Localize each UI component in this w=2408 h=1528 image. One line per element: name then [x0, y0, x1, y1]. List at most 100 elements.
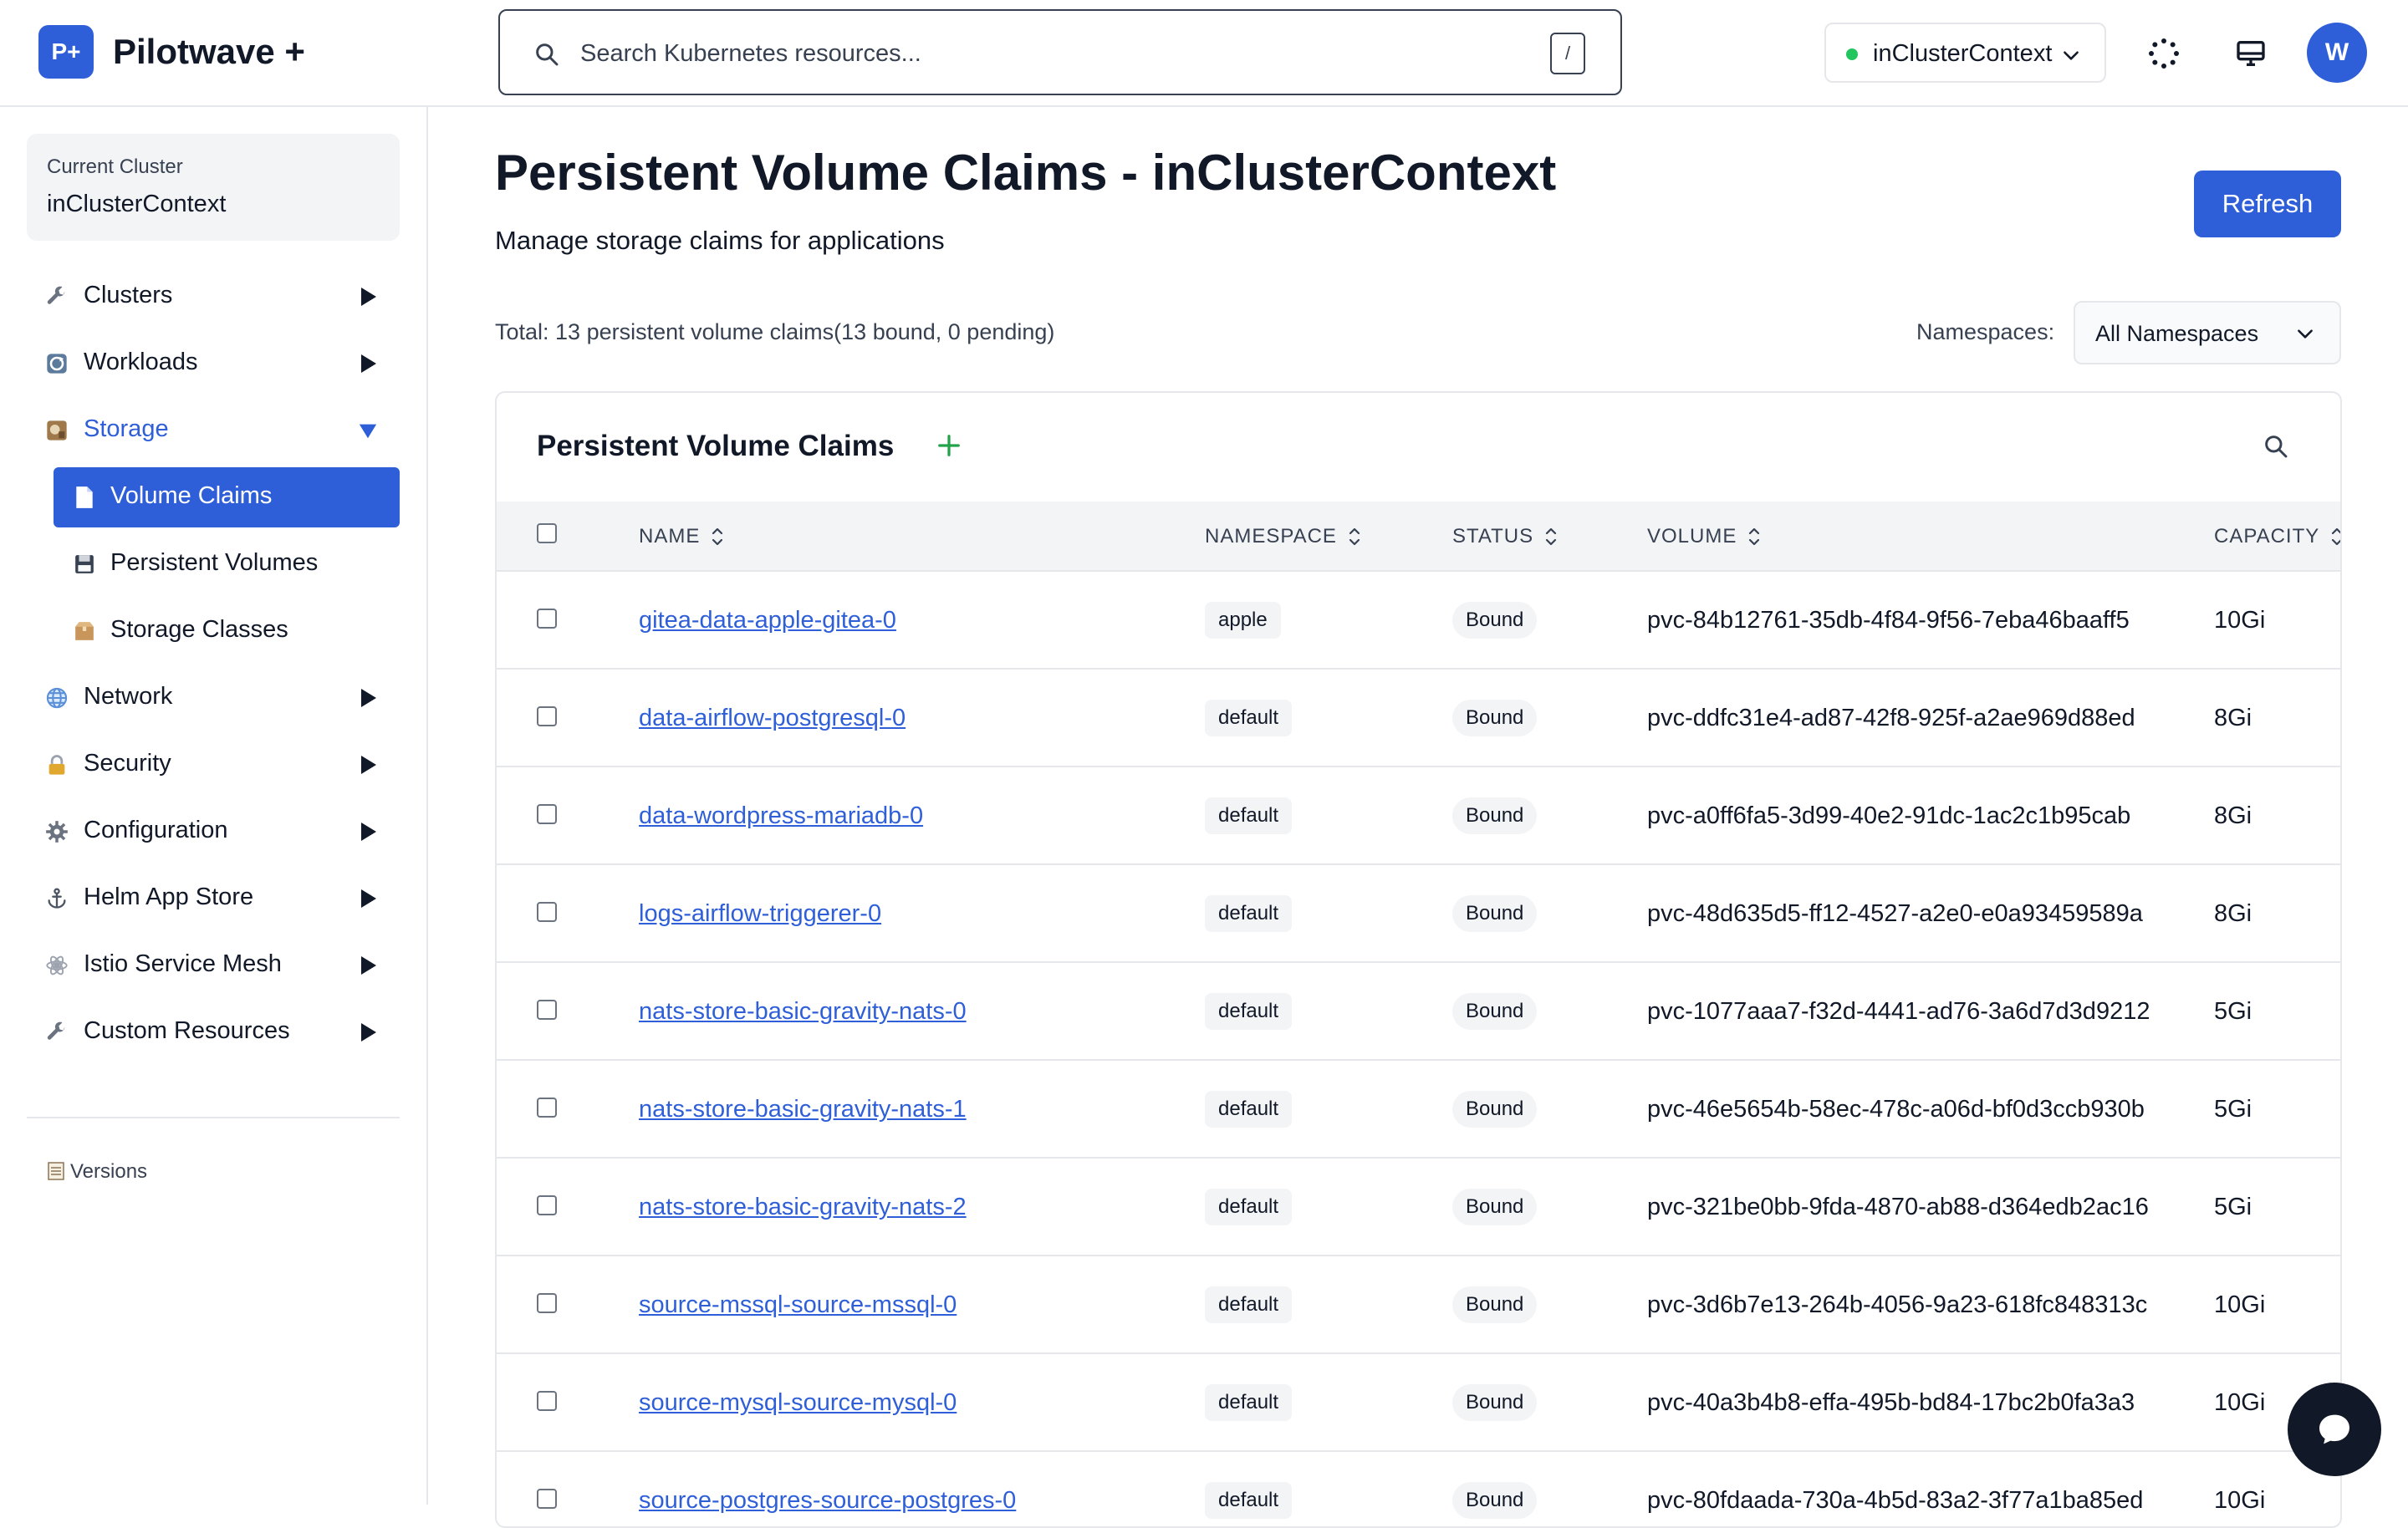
row-checkbox[interactable] — [537, 1293, 557, 1313]
sidebar-item-label: Security — [84, 750, 171, 777]
pvc-name-link[interactable]: source-mysql-source-mysql-0 — [639, 1389, 957, 1417]
namespace-badge: default — [1205, 993, 1293, 1030]
globe-icon — [46, 687, 68, 709]
table-row: data-airflow-postgresql-0 default Bound … — [497, 668, 2340, 766]
row-checkbox[interactable] — [537, 1195, 557, 1215]
chat-bubble-icon — [2319, 1414, 2349, 1444]
namespace-badge: default — [1205, 1189, 1293, 1225]
capacity-cell: 8Gi — [2214, 900, 2252, 927]
monitor-icon[interactable] — [2234, 37, 2268, 70]
caret-right-icon — [361, 288, 376, 306]
context-selector[interactable]: inClusterContext — [1824, 23, 2106, 83]
caret-right-icon — [361, 756, 376, 774]
sidebar-item-workloads[interactable]: Workloads — [27, 334, 400, 394]
column-header-namespace[interactable]: NAMESPACE — [1205, 525, 1362, 548]
status-badge: Bound — [1452, 993, 1538, 1030]
capacity-cell: 10Gi — [2214, 1291, 2266, 1318]
pvc-name-link[interactable]: data-airflow-postgresql-0 — [639, 705, 906, 732]
sidebar-item-label: Workloads — [84, 349, 198, 375]
app-logo[interactable]: P+ — [38, 25, 94, 79]
pvc-name-link[interactable]: data-wordpress-mariadb-0 — [639, 802, 923, 830]
select-all-checkbox[interactable] — [537, 523, 557, 543]
namespace-select[interactable]: All Namespaces — [2074, 301, 2341, 364]
capacity-cell: 8Gi — [2214, 705, 2252, 731]
chevron-down-icon — [2298, 329, 2313, 339]
pvc-name-link[interactable]: source-mssql-source-mssql-0 — [639, 1291, 957, 1319]
capacity-cell: 10Gi — [2214, 1487, 2266, 1514]
sidebar-item-custom-resources[interactable]: Custom Resources — [27, 1002, 400, 1062]
volume-cell: pvc-3d6b7e13-264b-4056-9a23-618fc848313c — [1647, 1291, 2148, 1318]
table-row: source-mysql-source-mysql-0 default Boun… — [497, 1352, 2340, 1450]
chat-button[interactable] — [2288, 1383, 2381, 1476]
sidebar-item-configuration[interactable]: Configuration — [27, 802, 400, 862]
search-icon[interactable] — [2263, 433, 2289, 460]
box-icon — [75, 622, 94, 640]
sidebar-item-label: Custom Resources — [84, 1017, 290, 1044]
global-search-box[interactable]: / — [498, 9, 1622, 95]
namespace-badge: apple — [1205, 602, 1281, 639]
sidebar-item-label: Network — [84, 683, 173, 710]
caret-right-icon — [361, 354, 376, 373]
column-header-name[interactable]: NAME — [639, 525, 725, 548]
pvc-name-link[interactable]: logs-airflow-triggerer-0 — [639, 900, 881, 928]
caret-right-icon — [361, 956, 376, 975]
row-checkbox[interactable] — [537, 1391, 557, 1411]
pvc-name-link[interactable]: gitea-data-apple-gitea-0 — [639, 607, 896, 634]
volume-cell: pvc-48d635d5-ff12-4527-a2e0-e0a93459589a — [1647, 900, 2143, 927]
brand-name[interactable]: Pilotwave + — [113, 32, 305, 72]
column-header-capacity[interactable]: CAPACITY — [2214, 525, 2340, 548]
sidebar-item-persistent-volumes[interactable]: Persistent Volumes — [54, 534, 400, 594]
sidebar-item-label: Persistent Volumes — [110, 549, 319, 576]
sidebar-item-volume-claims[interactable]: Volume Claims — [54, 467, 400, 527]
row-checkbox[interactable] — [537, 609, 557, 629]
sidebar-item-security[interactable]: Security — [27, 735, 400, 795]
pvc-name-link[interactable]: nats-store-basic-gravity-nats-1 — [639, 1096, 967, 1123]
status-badge: Bound — [1452, 1482, 1538, 1519]
pvc-name-link[interactable]: nats-store-basic-gravity-nats-0 — [639, 998, 967, 1026]
sidebar-item-storage[interactable]: Storage — [27, 400, 400, 461]
sidebar-item-label: Clusters — [84, 282, 173, 308]
column-header-volume[interactable]: VOLUME — [1647, 525, 1762, 548]
caret-right-icon — [361, 889, 376, 908]
anchor-icon — [48, 888, 66, 909]
capacity-cell: 8Gi — [2214, 802, 2252, 829]
sidebar-item-istio-service-mesh[interactable]: Istio Service Mesh — [27, 935, 400, 996]
loading-spinner-icon[interactable] — [2147, 37, 2181, 70]
row-checkbox[interactable] — [537, 706, 557, 726]
status-badge: Bound — [1452, 1091, 1538, 1128]
row-checkbox[interactable] — [537, 1098, 557, 1118]
current-cluster-card: Current Cluster inClusterContext — [27, 134, 400, 241]
sidebar-item-helm-app-store[interactable]: Helm App Store — [27, 868, 400, 929]
refresh-button[interactable]: Refresh — [2194, 171, 2341, 237]
page-title: Persistent Volume Claims - inClusterCont… — [495, 145, 1557, 201]
pvc-name-link[interactable]: nats-store-basic-gravity-nats-2 — [639, 1194, 967, 1221]
sidebar-item-storage-classes[interactable]: Storage Classes — [54, 601, 400, 661]
sidebar-item-network[interactable]: Network — [27, 668, 400, 728]
pvc-table-card: Persistent Volume Claims NAME NAMESPACE … — [495, 391, 2342, 1528]
lock-icon — [48, 755, 65, 775]
volume-cell: pvc-a0ff6fa5-3d99-40e2-91dc-1ac2c1b95cab — [1647, 802, 2131, 829]
column-header-label: VOLUME — [1647, 525, 1737, 548]
column-header-status[interactable]: STATUS — [1452, 525, 1559, 548]
pvc-name-link[interactable]: source-postgres-source-postgres-0 — [639, 1487, 1016, 1515]
table-row: gitea-data-apple-gitea-0 apple Bound pvc… — [497, 570, 2340, 668]
volume-cell: pvc-1077aaa7-f32d-4441-ad76-3a6d7d3d9212 — [1647, 998, 2150, 1025]
storage-icon — [47, 420, 67, 441]
capacity-cell: 10Gi — [2214, 607, 2266, 634]
status-badge: Bound — [1452, 1384, 1538, 1421]
capacity-cell: 5Gi — [2214, 1096, 2252, 1123]
namespace-badge: default — [1205, 700, 1293, 736]
add-icon[interactable] — [936, 433, 962, 458]
sidebar-item-label: Configuration — [84, 817, 228, 843]
table-row: nats-store-basic-gravity-nats-1 default … — [497, 1059, 2340, 1157]
page-subtitle: Manage storage claims for applications — [495, 226, 945, 255]
row-checkbox[interactable] — [537, 1000, 557, 1020]
row-checkbox[interactable] — [537, 804, 557, 824]
volume-cell: pvc-80fdaada-730a-4b5d-83a2-3f77a1ba85ed — [1647, 1487, 2144, 1514]
sidebar-item-clusters[interactable]: Clusters — [27, 267, 400, 327]
row-checkbox[interactable] — [537, 1489, 557, 1509]
user-avatar[interactable]: W — [2307, 23, 2367, 83]
search-input[interactable] — [580, 34, 1416, 73]
search-shortcut-hint: / — [1550, 33, 1585, 74]
row-checkbox[interactable] — [537, 902, 557, 922]
